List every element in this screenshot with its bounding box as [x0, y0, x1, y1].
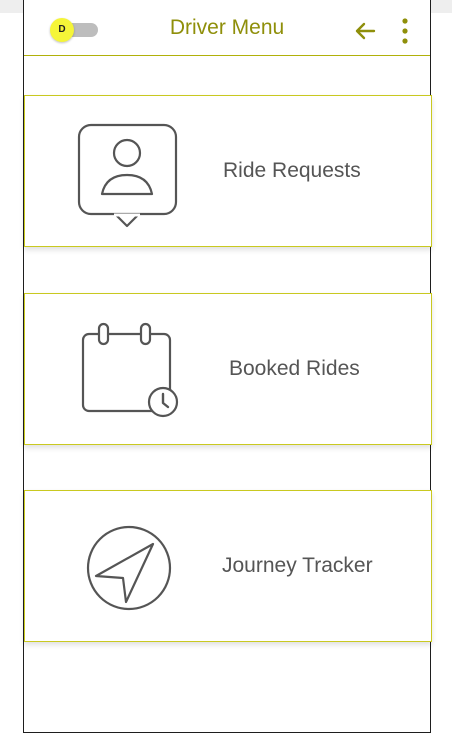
app-screen: D Driver Menu Ride Requests Booked Rides…: [23, 0, 432, 733]
arrow-left-icon: [355, 22, 376, 40]
ride-requests-card[interactable]: Ride Requests: [24, 95, 432, 247]
more-vertical-icon: [402, 18, 408, 44]
more-options-button[interactable]: [394, 16, 416, 46]
app-header: D Driver Menu: [24, 0, 430, 56]
journey-tracker-card[interactable]: Journey Tracker: [24, 490, 432, 642]
navigation-icon: [86, 525, 172, 611]
back-button[interactable]: [352, 18, 378, 44]
journey-tracker-label: Journey Tracker: [222, 554, 373, 577]
booked-rides-card[interactable]: Booked Rides: [24, 293, 432, 445]
booked-rides-label: Booked Rides: [229, 357, 360, 380]
user-chat-icon: [77, 123, 178, 228]
ride-requests-label: Ride Requests: [223, 159, 361, 182]
calendar-clock-icon: [81, 322, 179, 418]
